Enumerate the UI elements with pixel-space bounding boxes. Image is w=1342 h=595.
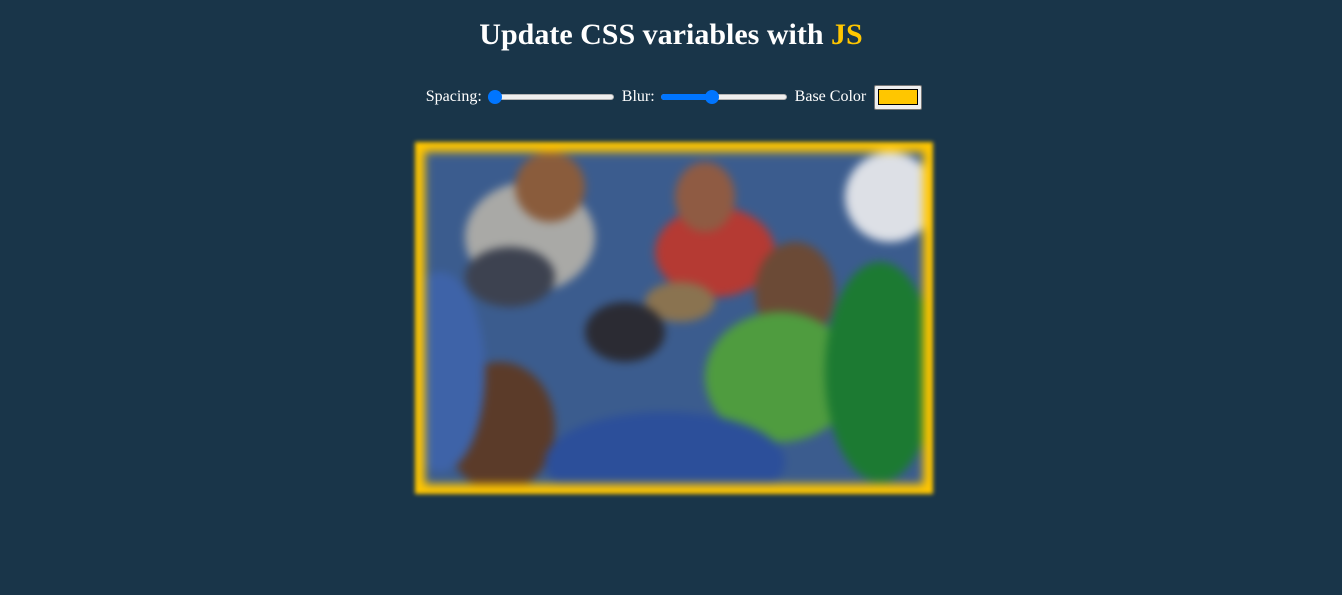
- base-color-swatch: [878, 89, 919, 105]
- blur-slider-thumb[interactable]: [705, 90, 720, 104]
- page-title-text: Update CSS variables with: [479, 18, 832, 51]
- spacing-slider-track: [487, 94, 614, 100]
- photo-region: [585, 302, 665, 362]
- base-color-picker[interactable]: [874, 84, 923, 110]
- blur-label: Blur:: [621, 88, 655, 105]
- image-frame: [415, 142, 933, 494]
- blurred-photo: [425, 152, 923, 484]
- photo-region: [825, 262, 923, 482]
- blur-slider[interactable]: [660, 89, 787, 105]
- photo-region: [675, 162, 735, 232]
- spacing-slider[interactable]: [487, 89, 614, 105]
- photo-region: [845, 152, 923, 242]
- spacing-label: Spacing:: [425, 88, 482, 105]
- photo-region: [465, 247, 555, 307]
- photo-region: [515, 152, 585, 222]
- controls-bar: Spacing: Blur: Base Color: [0, 82, 1342, 112]
- page-title-highlight: JS: [831, 18, 863, 51]
- page-title: Update CSS variables with JS: [0, 0, 1342, 54]
- spacing-slider-thumb[interactable]: [487, 90, 502, 104]
- base-color-label: Base Color: [794, 88, 867, 105]
